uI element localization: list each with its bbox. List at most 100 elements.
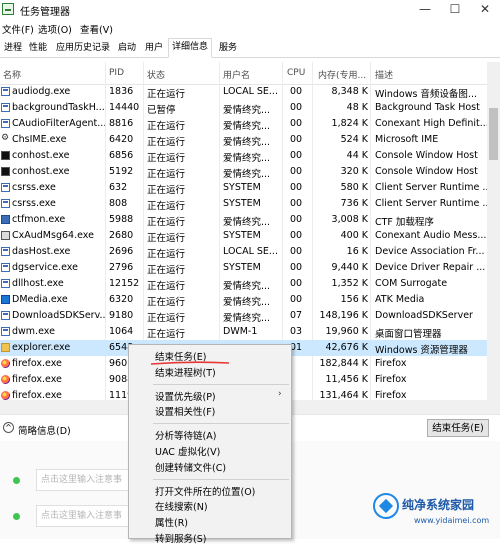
tab-processes[interactable]: 进程 <box>0 39 26 56</box>
cell-cpu: 07 <box>290 310 303 321</box>
column-username[interactable]: 用户名 <box>223 68 250 81</box>
note-input[interactable]: 点击这里输入注意事 <box>36 505 136 527</box>
cell-pid: 1064 <box>109 326 134 337</box>
cell-memory: 9,440 K <box>331 262 368 273</box>
cell-status: 正在运行 <box>147 233 186 244</box>
table-row[interactable]: dasHost.exe 2696 正在运行 LOCAL SE... 00 16 K Devi… <box>0 244 487 260</box>
cell-pid: 2796 <box>109 262 134 273</box>
tab-startup[interactable]: 启动 <box>114 39 140 56</box>
column-cpu[interactable]: CPU <box>287 68 305 78</box>
table-row[interactable]: csrss.exe 632 正在运行 SYSTEM 00 580 K Client Serv… <box>0 180 487 196</box>
cell-memory: 736 K <box>340 198 368 209</box>
cell-username: 爱情终究... <box>223 105 271 116</box>
menu-separator <box>153 478 289 480</box>
cell-pid: 1836 <box>109 86 134 97</box>
column-status[interactable]: 状态 <box>147 68 165 81</box>
cell-pid: 6320 <box>109 294 134 305</box>
cell-status: 正在运行 <box>147 89 186 100</box>
cell-name: conhost.exe <box>12 150 70 161</box>
menu-item-create-dump-file[interactable]: 创建转储文件(C) <box>155 460 226 474</box>
cell-cpu: 00 <box>290 166 303 177</box>
menu-item-search-online[interactable]: 在线搜索(N) <box>155 499 208 513</box>
tab-app-history[interactable]: 应用历史记录 <box>52 39 114 56</box>
menu-view[interactable]: 查看(V) <box>80 22 113 36</box>
menu-item-set-priority[interactable]: 设置优先级(P) <box>155 389 216 403</box>
menu-item-end-process-tree[interactable]: 结束进程树(T) <box>155 365 216 379</box>
menu-item-set-affinity[interactable]: 设置相关性(F) <box>155 404 215 418</box>
maximize-button[interactable]: ☐ <box>440 0 470 19</box>
menu-options[interactable]: 选项(O) <box>38 22 72 36</box>
table-row[interactable]: audiodg.exe 1836 正在运行 LOCAL SE... 00 8,348 K W… <box>0 84 487 100</box>
menu-item-go-to-services[interactable]: 转到服务(S) <box>155 531 206 545</box>
cell-pid: 6856 <box>109 150 134 161</box>
menu-item-uac-virtualization[interactable]: UAC 虚拟化(V) <box>155 444 220 458</box>
menu-item-properties[interactable]: 属性(R) <box>155 515 188 529</box>
table-row[interactable]: dgservice.exe 2796 正在运行 SYSTEM 00 9,440 K Devi… <box>0 260 487 276</box>
end-task-button[interactable]: 结束任务(E) <box>427 419 489 437</box>
cmd-icon <box>1 167 10 176</box>
cell-cpu: 00 <box>290 198 303 209</box>
menu-bar: 文件(F) 选项(O) 查看(V) <box>0 19 500 37</box>
cell-description: CTF 加载程序 <box>375 217 434 228</box>
cell-description: Console Window Host <box>375 150 478 161</box>
table-row[interactable]: conhost.exe 6856 正在运行 爱情终究... 00 44 K Console … <box>0 148 487 164</box>
chevron-right-icon: › <box>278 388 282 399</box>
note-input[interactable]: 点击这里输入注意事 <box>36 469 136 491</box>
doc-icon <box>1 119 10 128</box>
vertical-scroll-thumb[interactable] <box>489 108 498 160</box>
cell-name: dgservice.exe <box>12 262 78 273</box>
column-pid[interactable]: PID <box>109 68 124 78</box>
table-header: 名称 PID 状态 用户名 CPU 内存(专用... 描述 <box>0 62 487 85</box>
cell-pid: 9180 <box>109 310 134 321</box>
cell-memory: 182,844 K <box>319 358 368 369</box>
column-description[interactable]: 描述 <box>375 68 393 81</box>
table-row[interactable]: dllhost.exe 12152 正在运行 爱情终究... 00 1,352 K COM … <box>0 276 487 292</box>
cell-pid: 2696 <box>109 246 134 257</box>
fewer-details-link[interactable]: 简略信息(D) <box>18 423 71 437</box>
table-row[interactable]: CAudioFilterAgent... 8816 正在运行 爱情终究... 00 1,8… <box>0 116 487 132</box>
table-row[interactable]: DownloadSDKServ... 9180 正在运行 爱情终究... 07 148,1… <box>0 308 487 324</box>
table-row[interactable]: ⚙ ChsIME.exe 6420 正在运行 爱情终究... 00 524 K Microso… <box>0 132 487 148</box>
status-dot-icon <box>13 513 20 520</box>
menu-separator <box>153 383 289 385</box>
cell-cpu: 00 <box>290 150 303 161</box>
cell-name: dwm.exe <box>12 326 55 337</box>
cell-name: firefox.exe <box>12 374 62 385</box>
menu-file[interactable]: 文件(F) <box>2 22 34 36</box>
table-row[interactable]: dwm.exe 1064 正在运行 DWM-1 03 19,960 K 桌面窗口管理器 <box>0 324 487 340</box>
watermark-url: www.yidaimei.com <box>414 516 490 525</box>
cell-description: Client Server Runtime ... <box>375 198 487 209</box>
cell-status: 正在运行 <box>147 329 186 340</box>
table-row[interactable]: conhost.exe 5192 正在运行 爱情终究... 00 320 K Console… <box>0 164 487 180</box>
minimize-button[interactable]: — <box>410 0 440 19</box>
cell-description: 桌面窗口管理器 <box>375 329 442 340</box>
cell-cpu: 00 <box>290 102 303 113</box>
chevron-up-icon[interactable]: ^ <box>3 422 14 433</box>
table-row[interactable]: backgroundTaskH... 14440 已暂停 爱情终究... 00 48 K B… <box>0 100 487 116</box>
tab-bar: 进程 性能 应用历史记录 启动 用户 详细信息 服务 <box>0 37 500 58</box>
table-row[interactable]: CxAudMsg64.exe 2680 正在运行 SYSTEM 00 400 K Conex… <box>0 228 487 244</box>
column-name[interactable]: 名称 <box>3 68 21 81</box>
column-memory[interactable]: 内存(专用... <box>318 68 366 81</box>
tab-services[interactable]: 服务 <box>215 39 241 56</box>
cell-name: DMedia.exe <box>12 294 68 305</box>
tab-users[interactable]: 用户 <box>141 39 167 56</box>
cell-username: 爱情终究... <box>223 137 271 148</box>
cell-description: ATK Media <box>375 294 425 305</box>
menu-item-open-file-location[interactable]: 打开文件所在的位置(O) <box>155 484 255 498</box>
table-row[interactable]: csrss.exe 808 正在运行 SYSTEM 00 736 K Client Serv… <box>0 196 487 212</box>
tab-performance[interactable]: 性能 <box>25 39 51 56</box>
tab-details[interactable]: 详细信息 <box>168 38 213 58</box>
cell-username: LOCAL SE... <box>223 246 278 257</box>
cell-pid: 14440 <box>109 102 140 113</box>
cell-memory: 1,352 K <box>331 278 368 289</box>
cell-description: Conexant High Definit... <box>375 118 487 129</box>
cell-status: 正在运行 <box>147 217 186 228</box>
cell-memory: 156 K <box>340 294 368 305</box>
cell-memory: 3,008 K <box>331 214 368 225</box>
cell-username: 爱情终究... <box>223 297 271 308</box>
close-button[interactable]: ✕ <box>470 0 500 19</box>
menu-item-analyze-wait-chain[interactable]: 分析等待链(A) <box>155 428 216 442</box>
table-row[interactable]: DMedia.exe 6320 正在运行 爱情终究... 00 156 K ATK Medi… <box>0 292 487 308</box>
table-row[interactable]: ctfmon.exe 5988 正在运行 爱情终究... 00 3,008 K CTF 加载… <box>0 212 487 228</box>
